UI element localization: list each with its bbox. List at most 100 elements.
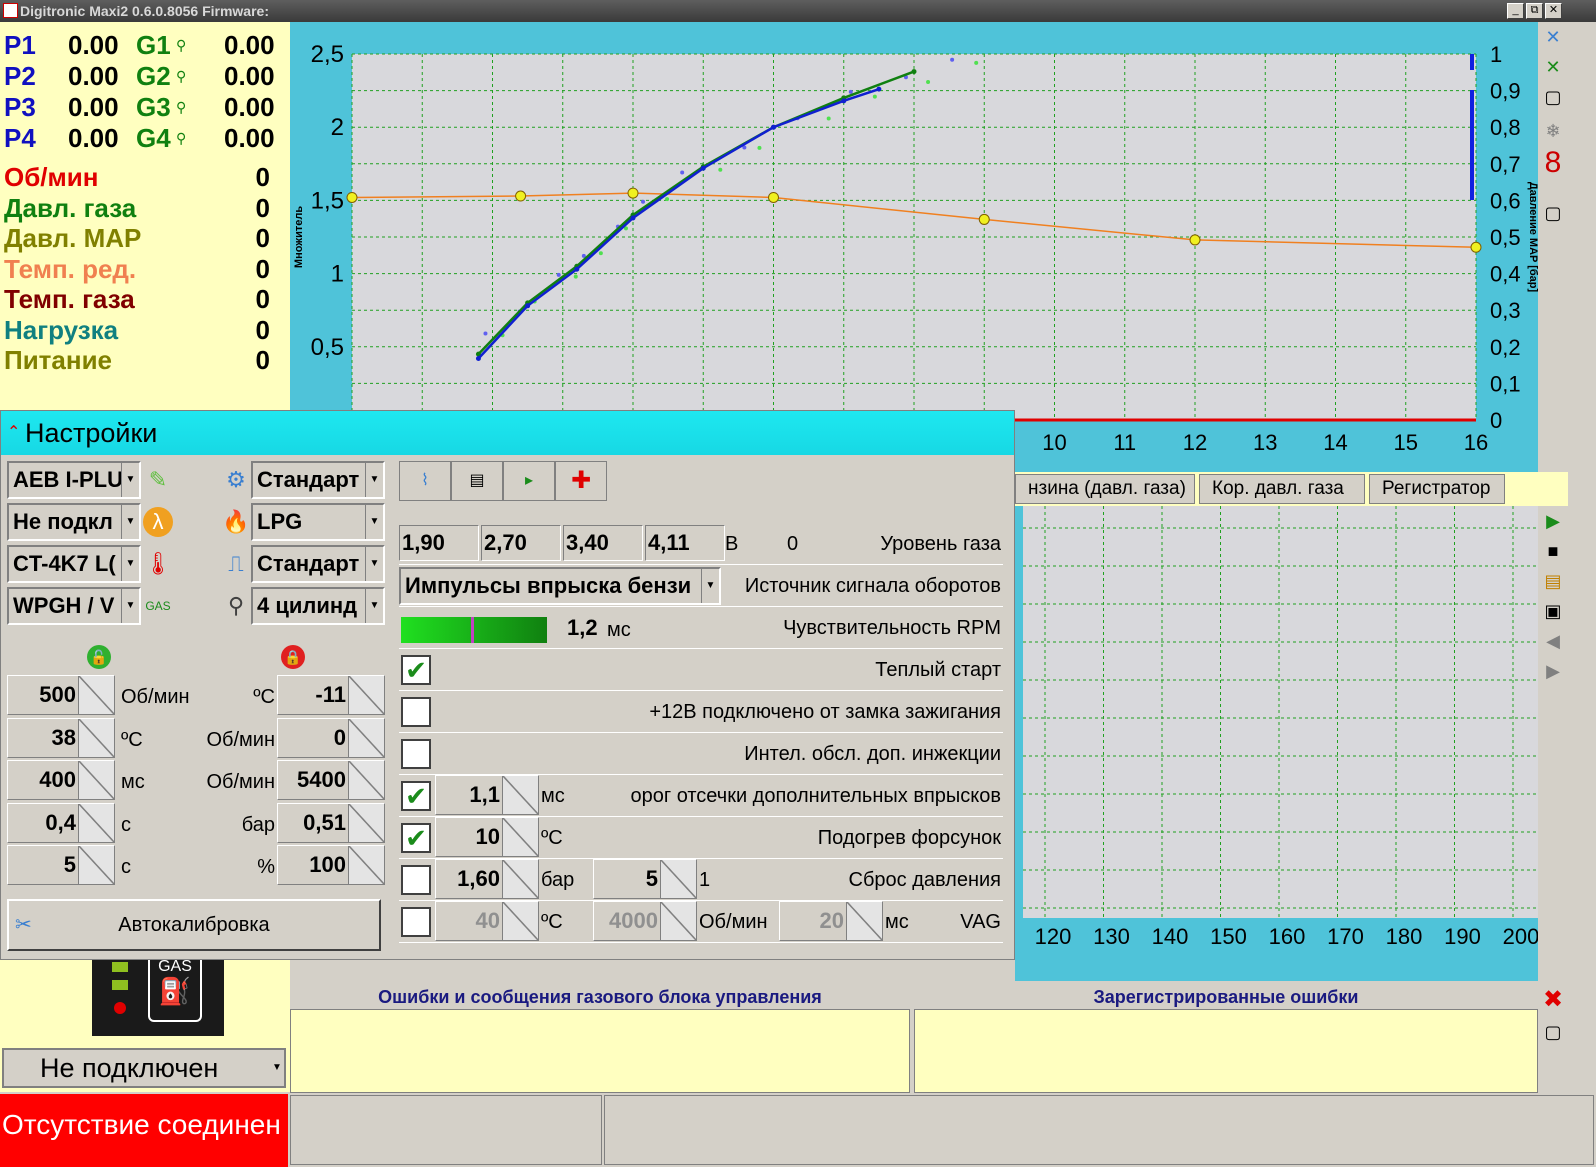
- cutoff-stepper[interactable]: 1,1: [435, 775, 539, 815]
- warm-start-checkbox[interactable]: ✔: [401, 655, 431, 685]
- pressure-reset-count-stepper[interactable]: 5: [593, 859, 697, 899]
- intel-injection-checkbox[interactable]: [401, 739, 431, 769]
- tab-petrol-pressure[interactable]: нзина (давл. газа): [1015, 474, 1195, 504]
- injector-type-select[interactable]: Стандарт ▼: [251, 461, 385, 499]
- right-param-stepper[interactable]: -11: [277, 675, 385, 715]
- play-icon[interactable]: ▶: [1540, 508, 1566, 534]
- rpm-sensitivity-slider[interactable]: [401, 617, 547, 643]
- square-icon[interactable]: ▢: [1540, 1019, 1566, 1045]
- ecu-select[interactable]: AEB I-PLU ▼: [7, 461, 141, 499]
- calibration-point: [978, 213, 990, 225]
- injector-row: P1 0.00 G1 ⚲ 0.00: [4, 30, 284, 61]
- tab-recorder[interactable]: Регистратор: [1369, 474, 1505, 504]
- right-param-stepper[interactable]: 5400: [277, 760, 385, 800]
- registered-errors-list[interactable]: [914, 1009, 1538, 1093]
- gas-injector-value: 0.00: [224, 30, 275, 60]
- add-icon[interactable]: ✚: [555, 461, 607, 501]
- snowflake-icon[interactable]: ❄: [1540, 118, 1566, 144]
- sensor-value: 0: [255, 284, 270, 314]
- left-param-stepper[interactable]: 0,4: [7, 802, 115, 843]
- close-button[interactable]: ✕: [1545, 3, 1562, 19]
- ignition-type-select[interactable]: Стандарт ▼: [251, 545, 385, 583]
- recorder-chart[interactable]: 120 130 140 150 160 170 180 190 200: [1015, 506, 1538, 981]
- tab-gas-pressure-correction[interactable]: Кор. давл. газа: [1199, 474, 1365, 504]
- right-param-stepper[interactable]: 0: [277, 717, 385, 758]
- right-param-stepper[interactable]: 100: [277, 845, 385, 885]
- ignition-12v-checkbox[interactable]: [401, 697, 431, 727]
- multiplier-chart[interactable]: 0,5 1 1,5 2 2,5 0 0,1 0,2 0,3 0,4 0,5 0,6 0,7 0,8 0,9 1…: [290, 22, 1538, 472]
- injector-small-icon[interactable]: ▸: [503, 461, 555, 501]
- sensor-label: Давл. газа: [4, 192, 137, 223]
- sensor-icon[interactable]: ⌇: [399, 461, 451, 501]
- stop-icon[interactable]: ■: [1540, 538, 1566, 564]
- connection-select[interactable]: Не подключен ▼: [2, 1048, 286, 1088]
- right-param-stepper[interactable]: 0,51: [277, 802, 385, 843]
- clear-errors-icon[interactable]: ✖: [1540, 987, 1566, 1013]
- heating-checkbox[interactable]: ✔: [401, 823, 431, 853]
- close-green-icon[interactable]: ✕: [1540, 54, 1566, 80]
- gas-level-v4[interactable]: 4,11: [645, 525, 725, 561]
- gas-level-unit: B: [725, 533, 739, 555]
- chart-tabs: нзина (давл. газа) Кор. давл. газа Регис…: [1015, 472, 1568, 506]
- injector-icon: ✎: [148, 467, 168, 492]
- left-param-stepper[interactable]: 500: [7, 675, 115, 715]
- y2-axis-label: Давление MAP [бар]: [1527, 182, 1538, 293]
- list-icon[interactable]: ▤: [451, 461, 503, 501]
- cutoff-checkbox[interactable]: ✔: [401, 781, 431, 811]
- window-titlebar: Digitronic Maxi2 0.6.0.8056 Firmware:: [0, 0, 1596, 22]
- sensor-value: 0: [255, 314, 270, 345]
- sensor-row: Питание 0: [4, 345, 274, 376]
- vag-temp-stepper[interactable]: 40: [435, 901, 539, 941]
- pressure-reset-stepper[interactable]: 1,60: [435, 859, 539, 899]
- cylinders-select[interactable]: 4 цилинд ▼: [251, 587, 385, 625]
- calibration-point: [346, 191, 358, 203]
- pressure-reset-checkbox[interactable]: [401, 865, 431, 895]
- window-restore-icon[interactable]: ▢: [1540, 84, 1566, 110]
- collapse-icon[interactable]: ⌃: [7, 411, 20, 455]
- minimize-button[interactable]: _: [1507, 3, 1524, 19]
- gas-level-label: Уровень газа: [880, 533, 1001, 555]
- heating-stepper[interactable]: 10: [435, 817, 539, 857]
- digit-icon: 8: [1544, 146, 1562, 179]
- ecu-errors-list[interactable]: [290, 1009, 910, 1093]
- open-folder-icon[interactable]: ▤: [1540, 568, 1566, 594]
- vag-checkbox[interactable]: [401, 907, 431, 937]
- prev-icon[interactable]: ◀: [1540, 628, 1566, 654]
- x-tick-label: 15: [1394, 430, 1418, 455]
- slider-thumb[interactable]: [471, 617, 475, 643]
- temp-sensor-select[interactable]: CT-4K7 L(▼: [7, 545, 141, 583]
- cutoff-row: ✔ 1,1 мс орог отсечки дополнительных впр…: [399, 775, 1003, 817]
- left-param-stepper[interactable]: 38: [7, 717, 115, 758]
- pressure-sensor-select[interactable]: WPGH / V ▼: [7, 587, 141, 625]
- square-icon[interactable]: ▢: [1540, 200, 1566, 226]
- vag-time-stepper[interactable]: 20: [779, 901, 883, 941]
- zoom-reset-icon[interactable]: ✕: [1540, 24, 1566, 50]
- maximize-button[interactable]: ⧉: [1526, 3, 1543, 19]
- lambda-select[interactable]: Не подкл ▼: [7, 503, 141, 541]
- gas-level-v3[interactable]: 3,40: [563, 525, 643, 561]
- rpm-sensitivity-row: 1,2 мс Чувствительность RPM: [399, 607, 1003, 649]
- gas-injector-label: G4: [136, 123, 171, 153]
- piston-icon: ⚲: [227, 593, 245, 618]
- led-red-icon: [114, 1002, 126, 1014]
- chart-toolbar: ✕ ✕ ▢ ❄ 8 ▢: [1538, 22, 1568, 472]
- gas-level-v2[interactable]: 2,70: [481, 525, 561, 561]
- y-tick-label: 0,5: [311, 334, 344, 361]
- left-param-stepper[interactable]: 5: [7, 845, 115, 885]
- unlock-icon: 🔓: [87, 645, 111, 669]
- gas-level-v1[interactable]: 1,90: [399, 525, 479, 561]
- settings-header[interactable]: ⌃ Настройки: [1, 411, 1014, 455]
- vag-row: 40 ºC 4000 Об/мин 20 мс VAG: [399, 901, 1003, 943]
- x-tick-label: 14: [1323, 430, 1347, 455]
- left-param-stepper[interactable]: 400: [7, 760, 115, 800]
- fuel-type-select[interactable]: LPG ▼: [251, 503, 385, 541]
- rpm-source-select[interactable]: Импульсы впрыска бензи ▼: [399, 567, 721, 605]
- next-icon[interactable]: ▶: [1540, 658, 1566, 684]
- multiplier-chart-svg: 0,5 1 1,5 2 2,5 0 0,1 0,2 0,3 0,4 0,5 0,6 0,7 0,8 0,9 1…: [293, 41, 1538, 455]
- autocalibration-button[interactable]: ✂ Автокалибровка: [7, 899, 381, 951]
- gas-injector-icon: ⚲: [176, 130, 187, 146]
- sensor-row: Об/мин 0: [4, 162, 274, 193]
- vag-rpm-stepper[interactable]: 4000: [593, 901, 697, 941]
- petrol-injector-label: P2: [4, 61, 36, 91]
- save-icon[interactable]: ▣: [1540, 598, 1566, 624]
